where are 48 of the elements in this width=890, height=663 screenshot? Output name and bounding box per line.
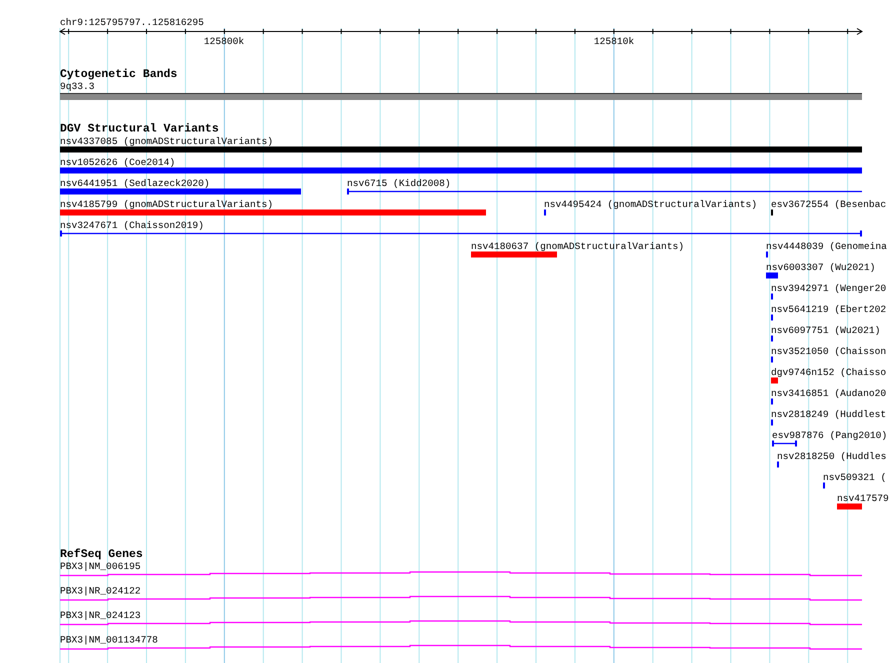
variant-bar[interactable]: [471, 252, 557, 258]
variant-span[interactable]: [60, 230, 862, 236]
variant-span[interactable]: [772, 440, 797, 446]
variant-bar[interactable]: [60, 168, 862, 174]
variant-label: dgv9746n152 (Chaisso: [771, 367, 886, 378]
variant-label: nsv5641219 (Ebert202: [771, 304, 886, 315]
variant-label: nsv2818250 (Huddles: [777, 451, 886, 462]
variant-label: esv3672554 (Besenbac: [771, 199, 886, 210]
variant-label: nsv4180637 (gnomADStructuralVariants): [471, 241, 684, 252]
variant-bar[interactable]: [60, 210, 486, 216]
gene-model-line[interactable]: [60, 620, 862, 626]
ruler-label: 125810k: [594, 36, 634, 47]
variant-bar[interactable]: [60, 146, 862, 152]
track-title: RefSeq Genes: [60, 548, 143, 561]
variant-label: nsv4495424 (gnomADStructuralVariants): [544, 199, 758, 210]
gene-label: PBX3|NR_024123: [60, 610, 141, 621]
ruler-label: 125800k: [204, 36, 244, 47]
gene-model-line[interactable]: [60, 596, 862, 601]
band-label: 9q33.3: [60, 81, 95, 92]
variant-label: nsv417579: [837, 493, 889, 504]
variant-label: nsv1052626 (Coe2014): [60, 157, 176, 168]
variant-label: nsv4448039 (Genomeina: [766, 241, 887, 252]
variant-label: nsv3247671 (Chaisson2019): [60, 220, 204, 231]
variant-label: nsv6097751 (Wu2021): [771, 325, 880, 336]
variant-label: nsv3416851 (Audano20: [771, 388, 886, 399]
gene-label: PBX3|NM_006195: [60, 561, 141, 572]
variant-label: nsv6003307 (Wu2021): [766, 262, 876, 273]
variant-bar[interactable]: [60, 188, 301, 194]
position-label: chr9:125795797..125816295: [60, 17, 204, 28]
variant-label: nsv2818249 (Huddlest: [771, 409, 886, 420]
variant-label: nsv509321 (: [823, 472, 886, 483]
variant-bar[interactable]: [766, 272, 778, 278]
variant-label: nsv4337085 (gnomADStructuralVariants): [60, 136, 274, 147]
variant-bar[interactable]: [837, 504, 862, 510]
variant-label: nsv6715 (Kidd2008): [347, 178, 451, 189]
variant-bar[interactable]: [771, 378, 778, 384]
gene-model-line[interactable]: [60, 571, 862, 576]
variant-label: nsv3942971 (Wenger20: [771, 283, 886, 294]
variant-label: nsv6441951 (Sedlazeck2020): [60, 178, 210, 189]
gene-label: PBX3|NM_001134778: [60, 634, 158, 646]
track-title: Cytogenetic Bands: [60, 68, 178, 81]
variant-label: nsv4185799 (gnomADStructuralVariants): [60, 199, 274, 210]
gene-model-line[interactable]: [60, 644, 862, 650]
variant-label: nsv3521050 (Chaisson: [771, 346, 886, 357]
variant-span[interactable]: [347, 188, 862, 194]
gene-label: PBX3|NR_024122: [60, 586, 141, 596]
track-title: DGV Structural Variants: [60, 122, 219, 136]
variant-label: esv987876 (Pang2010): [772, 430, 888, 441]
